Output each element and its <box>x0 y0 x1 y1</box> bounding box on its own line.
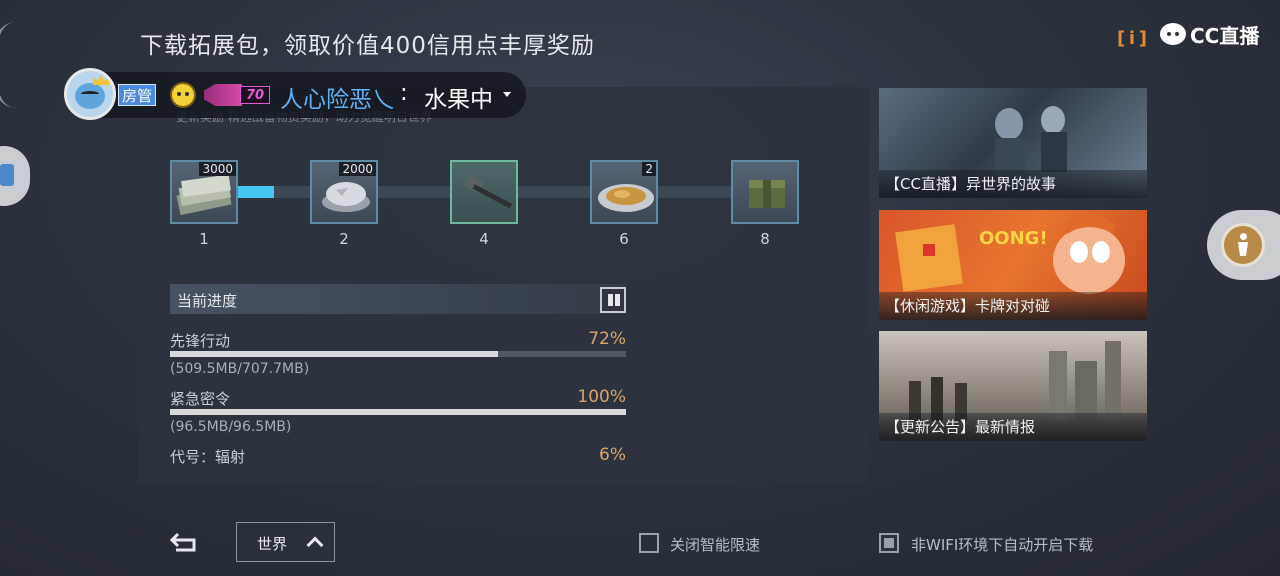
reward-track-fill <box>236 186 274 198</box>
card-label: 【更新公告】最新情报 <box>879 413 1147 441</box>
card-art-characters <box>995 106 1067 174</box>
reward-item[interactable]: 2 <box>590 160 658 224</box>
reward-count: 2000 <box>339 162 376 176</box>
user-level-badge: 70 <box>204 84 270 106</box>
pack-progress-fill <box>170 351 499 357</box>
reward-item[interactable] <box>450 160 518 224</box>
smart-limit-checkbox[interactable] <box>639 533 659 553</box>
chevron-down-icon[interactable] <box>503 92 511 97</box>
chat-username: 人心险恶乀 <box>280 80 395 114</box>
pack-percent: 6% <box>599 445 626 464</box>
back-arrow-icon[interactable] <box>170 530 200 554</box>
chat-separator: : <box>400 80 408 106</box>
progress-title: 当前进度 <box>177 292 238 310</box>
reward-item[interactable] <box>731 160 799 224</box>
chevron-up-icon <box>306 536 324 554</box>
card-cc-live[interactable]: 【CC直播】异世界的故事 <box>879 88 1147 198</box>
svg-text:OONG!: OONG! <box>979 228 1048 249</box>
pack-list: 先锋行动 72% (509.5MB/707.7MB) 紧急密令 100% (96… <box>170 322 626 464</box>
reward-item[interactable]: 3000 <box>170 160 238 224</box>
edge-handle[interactable] <box>0 22 18 108</box>
pack-size: (96.5MB/96.5MB) <box>170 419 292 435</box>
hammer-icon <box>464 174 513 209</box>
reward-item[interactable]: 2000 <box>310 160 378 224</box>
reward-count: 2 <box>642 162 656 176</box>
channel-select-button[interactable]: 世界 <box>236 522 335 562</box>
page-title: 下载拓展包，领取价值400信用点丰厚奖励 <box>140 33 595 59</box>
chat-icon <box>0 164 14 186</box>
progress-header <box>170 284 625 314</box>
reward-count: 3000 <box>199 162 236 176</box>
pack-name: 紧急密令 <box>170 390 231 408</box>
cash-stack-icon <box>176 174 232 216</box>
pack-progress-bar <box>170 351 626 357</box>
reward-step-label: 1 <box>199 230 209 248</box>
card-label: 【休闲游戏】卡牌对对碰 <box>879 292 1147 320</box>
reward-step-label: 6 <box>619 230 629 248</box>
pack-name: 先锋行动 <box>170 332 231 350</box>
pack-percent: 100% <box>577 387 626 407</box>
pack-size: (509.5MB/707.7MB) <box>170 361 310 377</box>
supply-crate-icon <box>749 180 785 208</box>
pack-progress-fill <box>170 409 626 415</box>
reward-step-label: 8 <box>760 230 770 248</box>
smart-limit-label: 关闭智能限速 <box>670 536 761 554</box>
auto-download-checkbox[interactable] <box>879 533 899 553</box>
info-icon[interactable]: i <box>1117 27 1147 51</box>
auto-download-label: 非WIFI环境下自动开启下载 <box>911 536 1094 554</box>
cc-brand-text: CC直播 <box>1190 23 1260 48</box>
card-label: 【CC直播】异世界的故事 <box>879 170 1147 198</box>
silver-ingot-icon <box>322 182 370 212</box>
cc-live-logo: CC直播 <box>1160 20 1259 48</box>
channel-label: 世界 <box>257 535 288 553</box>
pack-progress-bar <box>170 409 626 415</box>
food-plate-icon <box>598 184 654 212</box>
reward-step-label: 4 <box>479 230 489 248</box>
chat-message: 水果中 <box>424 87 493 113</box>
room-manager-badge: 房管 <box>118 84 157 106</box>
pack-percent: 72% <box>588 329 626 349</box>
pause-button[interactable] <box>600 287 626 313</box>
username-text: 人心险恶乀 <box>280 87 395 113</box>
pack-name: 代号：辐射 <box>170 448 246 464</box>
card-update-notice[interactable]: 【更新公告】最新情报 <box>879 331 1147 441</box>
card-casual-game[interactable]: OONG! 【休闲游戏】卡牌对对碰 <box>879 210 1147 320</box>
accessibility-icon[interactable] <box>1221 223 1265 267</box>
emoji-face-icon <box>170 82 196 108</box>
level-number: 70 <box>240 86 270 104</box>
reward-step-label: 2 <box>339 230 349 248</box>
avatar[interactable] <box>64 68 116 120</box>
cc-mascot-icon <box>1160 23 1186 45</box>
